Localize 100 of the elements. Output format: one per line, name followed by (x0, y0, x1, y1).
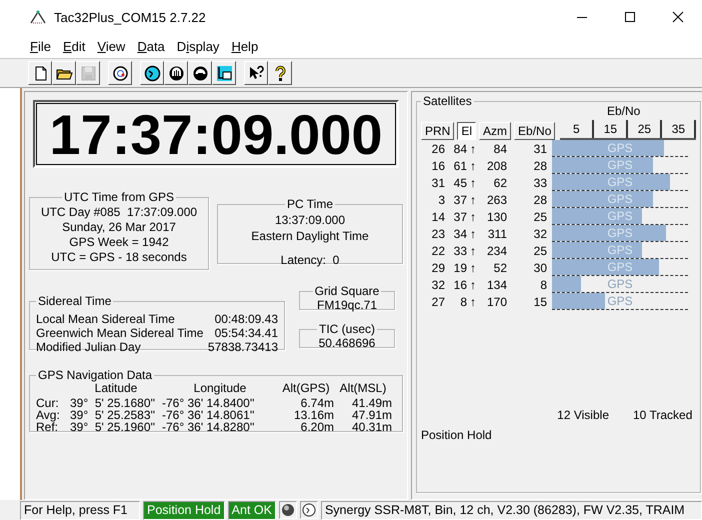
grid-square-value: FM19qc.71 (316, 298, 378, 312)
group-title: PC Time (286, 196, 334, 212)
target-icon (112, 64, 128, 82)
clock-icon (144, 64, 160, 82)
sidereal-value: 05:54:34.41 (214, 326, 278, 340)
group-title: Satellites (422, 94, 473, 108)
column-header: Alt(MSL) (338, 382, 388, 394)
column-header[interactable]: PRN (421, 122, 454, 140)
ebno-value: 31 (532, 142, 547, 156)
azimuth-value: 208 (486, 158, 507, 172)
floppy-icon (80, 64, 96, 82)
column-header: Alt(GPS) (281, 382, 331, 394)
arrow-text: ↑ (469, 142, 477, 156)
azimuth-value: 62 (492, 176, 507, 190)
arrow-text: ↑ (469, 278, 477, 292)
arrow-text: ↑ (469, 226, 477, 240)
sidereal-value: 00:48:09.43 (214, 312, 278, 326)
altitude-value: 47.91m (350, 409, 392, 421)
altitude-value: 6.20m (300, 421, 334, 433)
toolbar-button[interactable] (244, 61, 268, 85)
signal-label: GPS (606, 175, 634, 189)
latitude-value: 39° 5' 25.1960'' (70, 421, 156, 433)
mode-text: Position Hold (421, 428, 493, 442)
elevation-value: 16 (452, 278, 467, 292)
ebno-value: 32 (532, 226, 547, 240)
toolbar-button[interactable] (188, 61, 212, 85)
prn-value: 32 (430, 278, 445, 292)
window-title: Tac32Plus_COM15 2.7.22 (54, 10, 207, 24)
signal-label: GPS (606, 158, 634, 172)
elevation-value: 37 (452, 210, 467, 224)
menu-item[interactable]: File (26, 38, 55, 54)
ebno-value: 8 (539, 278, 547, 292)
elevation-value: 34 (452, 226, 467, 240)
azimuth-value: 234 (486, 244, 507, 258)
group-title: Sidereal Time (37, 294, 112, 308)
column-header[interactable]: Azm (479, 122, 512, 140)
altitude-value: 6.74m (300, 397, 334, 409)
visible-count: 12 Visible (557, 408, 609, 422)
scale-title: Eb/No (606, 104, 642, 118)
toolbar-button[interactable] (268, 61, 292, 85)
globe-icon (280, 503, 295, 517)
tic-value: 50.468696 (318, 336, 376, 350)
help-pointer-icon (248, 64, 264, 82)
ebno-value: 33 (532, 176, 547, 190)
azimuth-value: 311 (486, 226, 507, 240)
receiver-info: Synergy SSR-M8T, Bin, 12 ch, V2.30 (86283), FW V2.35, TRAIM (320, 500, 702, 520)
arrow-text: ↑ (469, 294, 477, 308)
close-icon (672, 11, 684, 23)
column-header: Longitude (192, 382, 248, 394)
toolbar-button[interactable] (212, 61, 236, 85)
azimuth-value: 52 (492, 260, 507, 274)
help-text: For Help, press F1 (20, 500, 140, 520)
status-indicator: Position Hold (143, 500, 225, 520)
toolbar-button[interactable] (164, 61, 188, 85)
scale-tick: 25 (628, 120, 662, 138)
longitude-value: -76° 36' 14.8400'' (162, 397, 256, 409)
azimuth-value: 170 (486, 294, 507, 308)
ebno-value: 28 (532, 158, 547, 172)
menu-item[interactable]: Data (133, 38, 169, 54)
menu-item[interactable]: Edit (58, 38, 90, 54)
ebno-value: 25 (532, 210, 547, 224)
arrow-text: ↑ (469, 260, 477, 274)
clock-icon (302, 503, 316, 517)
toolbar-button[interactable] (52, 61, 76, 85)
group-title: GPS Navigation Data (37, 368, 154, 382)
utc-text: UTC = GPS - 18 seconds (50, 250, 188, 265)
signal-label: GPS (606, 209, 634, 223)
toolbar-button[interactable] (108, 61, 132, 85)
scale-tick: 5 (560, 120, 594, 138)
menu-item[interactable]: View (93, 38, 130, 54)
prn-value: 29 (430, 260, 445, 274)
latitude-value: 39° 5' 25.2583'' (70, 409, 156, 421)
pc-time-text: Eastern Daylight Time (250, 228, 370, 244)
elevation-value: 84 (452, 142, 467, 156)
maximize-icon (624, 11, 636, 23)
sidereal-label: Modified Julian Day (36, 340, 142, 354)
utc-text: UTC Day #085 17:37:09.000 (40, 205, 198, 220)
column-header[interactable]: Eb/No (514, 122, 556, 140)
prn-value: 22 (430, 244, 445, 258)
tracked-count: 10 Tracked (633, 408, 692, 422)
sidereal-label: Greenwich Mean Sidereal Time (36, 326, 204, 340)
app-logo-icon (30, 10, 46, 24)
dome-icon (168, 64, 184, 82)
toolbar-button[interactable] (28, 61, 52, 85)
azimuth-value: 130 (486, 210, 507, 224)
arrow-text: ↑ (469, 158, 477, 172)
azimuth-value: 263 (486, 192, 507, 206)
menu-item[interactable]: Help (227, 38, 262, 54)
elevation-value: 45 (452, 176, 467, 190)
signal-label: GPS (606, 141, 634, 155)
prn-value: 31 (430, 176, 445, 190)
column-header[interactable]: El (457, 122, 476, 140)
elevation-value: 19 (452, 260, 467, 274)
menu-item[interactable]: Display (172, 38, 224, 54)
sidereal-label: Local Mean Sidereal Time (36, 312, 176, 326)
prn-value: 27 (430, 294, 445, 308)
signal-label: GPS (606, 260, 634, 274)
toolbar-button[interactable] (140, 61, 164, 85)
altitude-value: 13.16m (292, 409, 334, 421)
prn-value: 26 (430, 142, 445, 156)
